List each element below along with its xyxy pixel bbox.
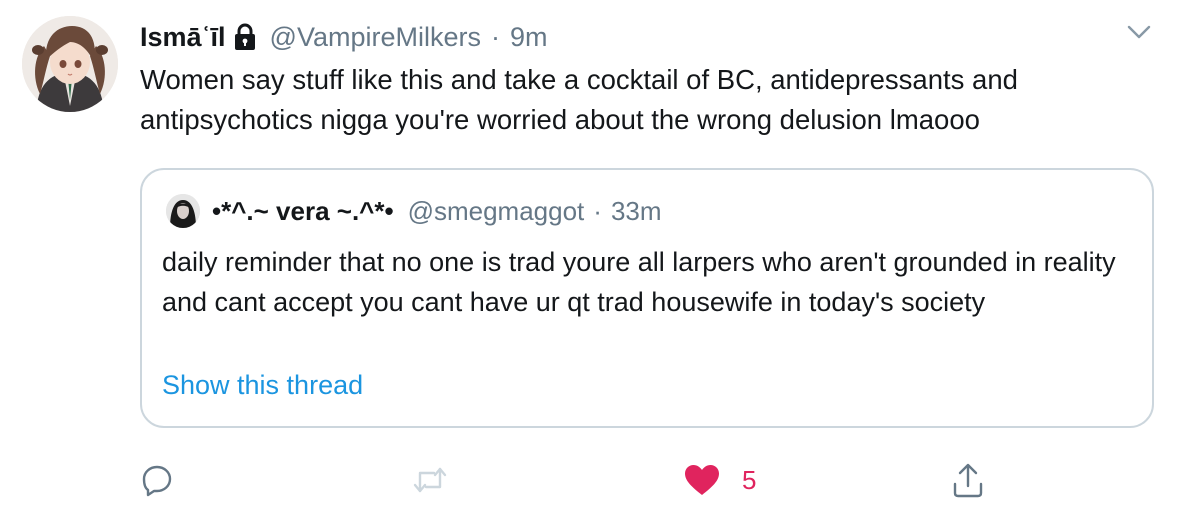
separator-dot: · [491,21,500,52]
quoted-author-handle: @smegmaggot [407,195,585,226]
lock-icon [232,23,258,51]
quoted-tweet-text: daily reminder that no one is trad youre… [162,247,1116,317]
avatar-image [22,16,118,112]
retweet-icon [412,465,448,495]
tweet-actions: 5 [0,456,1178,506]
chevron-down-icon[interactable] [1126,22,1152,42]
author-handle[interactable]: @VampireMilkers [270,22,481,53]
quoted-tweet-timestamp: 33m [610,195,662,226]
share-button[interactable] [952,456,984,504]
tweet-text: Women say stuff like this and take a coc… [140,64,1018,135]
quoted-tweet-header: •*^.~ vera ~.^*• @smegmaggot · 33m [212,194,662,228]
tweet-timestamp[interactable]: 9m [510,22,548,53]
quoted-avatar-image [166,194,200,228]
like-button[interactable]: 5 [684,456,756,504]
reply-button[interactable] [140,456,174,504]
author-avatar[interactable] [22,16,118,112]
quoted-separator-dot: · [593,195,602,226]
quoted-author-avatar[interactable] [166,194,200,228]
author-name[interactable]: Ismāʿīl [140,22,226,53]
share-icon [952,462,984,498]
quoted-tweet[interactable]: •*^.~ vera ~.^*• @smegmaggot · 33m daily… [140,168,1154,428]
like-count: 5 [742,464,757,495]
show-thread-link[interactable]: Show this thread [162,370,363,401]
reply-icon [140,463,174,497]
retweet-button[interactable] [412,456,448,504]
quoted-author-name: •*^.~ vera ~.^*• [212,195,394,226]
heart-icon [684,464,720,496]
tweet-header: Ismāʿīl @VampireMilkers · 9m [140,20,548,54]
